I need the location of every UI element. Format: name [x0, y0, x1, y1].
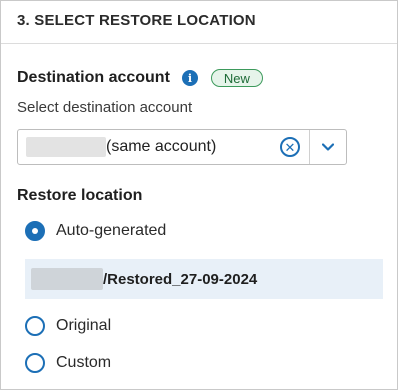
destination-account-label: Destination account [17, 69, 170, 86]
section-title: 3. SELECT RESTORE LOCATION [17, 12, 256, 29]
selected-account-value: (same account) [106, 138, 217, 155]
destination-account-header: Destination account i New [17, 67, 263, 89]
radio-button[interactable] [25, 316, 45, 336]
redacted-account-name [26, 137, 106, 157]
radio-label-custom: Custom [56, 354, 112, 371]
destination-account-select[interactable]: (same account) ✕ [17, 129, 347, 165]
radio-custom[interactable]: Custom [25, 352, 111, 374]
restore-location-panel: 3. SELECT RESTORE LOCATION Destination a… [0, 0, 398, 390]
radio-button[interactable] [25, 353, 45, 373]
destination-account-sublabel: Select destination account [17, 99, 193, 116]
radio-original[interactable]: Original [25, 315, 111, 337]
radio-label-original: Original [56, 317, 112, 334]
chevron-down-icon[interactable] [310, 130, 346, 164]
radio-button-checked[interactable] [25, 221, 45, 241]
section-divider [1, 43, 397, 44]
radio-auto-generated[interactable]: Auto-generated [25, 220, 166, 242]
info-icon[interactable]: i [181, 70, 198, 86]
new-badge: New [210, 69, 263, 87]
clear-selection-icon[interactable]: ✕ [280, 137, 300, 157]
radio-label-auto-generated: Auto-generated [56, 222, 167, 239]
auto-generated-path: /Restored_27-09-2024 [25, 259, 383, 299]
redacted-path-prefix [31, 268, 103, 290]
auto-generated-path-text: /Restored_27-09-2024 [103, 270, 258, 288]
restore-location-label: Restore location [17, 187, 143, 204]
